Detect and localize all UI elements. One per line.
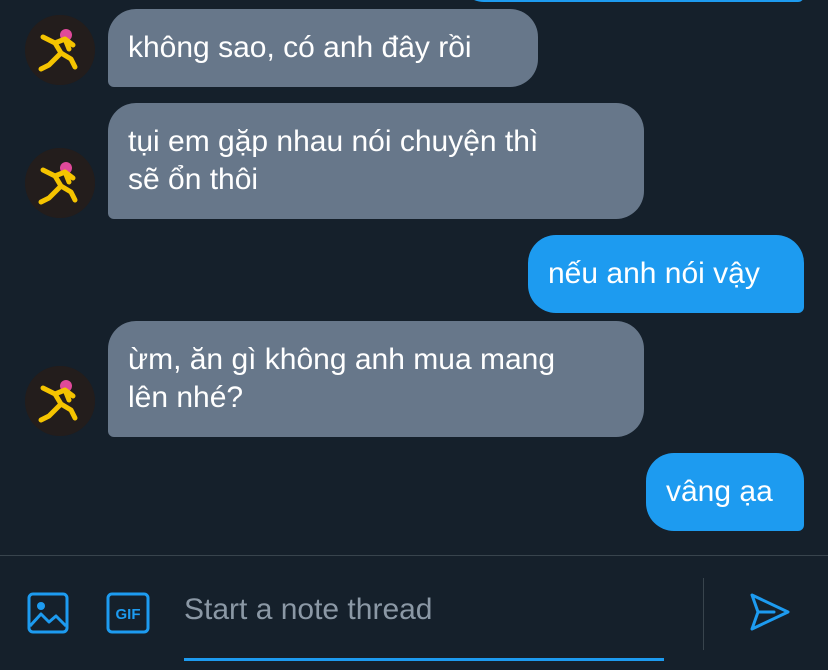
gif-icon: GIF <box>106 592 150 634</box>
image-icon <box>27 592 69 634</box>
avatar[interactable] <box>25 148 95 218</box>
send-button[interactable] <box>748 590 792 639</box>
message-line: tụi em gặp nhau nói chuyện thì <box>128 125 539 158</box>
gif-label: GIF <box>116 606 141 623</box>
message-line: vâng ạa <box>666 475 773 508</box>
message-bubble-incoming[interactable]: không sao, có anh đây rồi <box>108 9 538 87</box>
message-line: ừm, ăn gì không anh mua mang <box>128 343 556 376</box>
dm-screen: không sao, có anh đây rồi tụi em gặp nha… <box>0 0 828 670</box>
note-input[interactable] <box>184 584 664 636</box>
avatar-figure-icon <box>25 15 95 85</box>
message-line: nếu anh nói vậy <box>548 257 760 290</box>
add-media-button[interactable] <box>27 592 71 636</box>
message-line: sẽ ổn thôi <box>128 163 259 196</box>
composer-bar: GIF <box>0 555 828 670</box>
add-gif-button[interactable]: GIF <box>106 592 150 636</box>
input-focus-underline <box>184 658 664 661</box>
avatar-figure-icon <box>25 148 95 218</box>
previous-message-fragment <box>458 0 804 2</box>
message-bubble-outgoing[interactable]: vâng ạa <box>646 453 804 531</box>
message-thread[interactable]: không sao, có anh đây rồi tụi em gặp nha… <box>0 0 828 555</box>
composer-divider <box>703 578 704 650</box>
message-line: không sao, có anh đây rồi <box>128 31 472 64</box>
message-line: lên nhé? <box>128 381 244 414</box>
avatar-figure-icon <box>25 366 95 436</box>
message-bubble-outgoing[interactable]: nếu anh nói vậy <box>528 235 804 313</box>
message-bubble-incoming[interactable]: tụi em gặp nhau nói chuyện thì sẽ ổn thô… <box>108 103 644 219</box>
send-icon <box>750 593 790 631</box>
avatar[interactable] <box>25 366 95 436</box>
avatar[interactable] <box>25 15 95 85</box>
message-bubble-incoming[interactable]: ừm, ăn gì không anh mua mang lên nhé? <box>108 321 644 437</box>
